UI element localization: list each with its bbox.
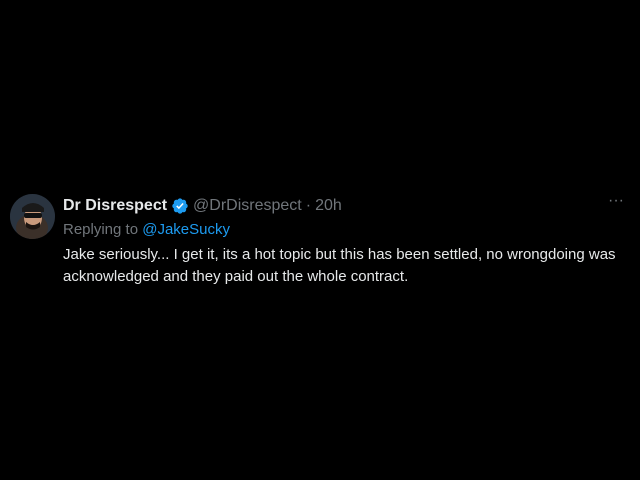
timestamp[interactable]: 20h: [315, 197, 342, 215]
mention-link[interactable]: @JakeSucky: [142, 221, 230, 238]
replying-to-line: Replying to @JakeSucky: [63, 220, 630, 240]
display-name[interactable]: Dr Disrespect: [63, 197, 167, 215]
verified-badge-icon: [171, 197, 189, 215]
separator-dot: ·: [305, 197, 312, 214]
avatar-image: [10, 194, 55, 239]
page: Dr Disrespect @DrDisrespect · 20h ··· Re…: [0, 0, 640, 480]
tweet-header: Dr Disrespect @DrDisrespect · 20h: [63, 194, 630, 218]
avatar[interactable]: [10, 194, 55, 239]
handle[interactable]: @DrDisrespect: [193, 197, 302, 215]
more-options-icon[interactable]: ···: [606, 193, 626, 212]
tweet[interactable]: Dr Disrespect @DrDisrespect · 20h ··· Re…: [10, 193, 630, 294]
tweet-text: Jake seriously... I get it, its a hot to…: [63, 246, 616, 285]
replying-prefix: Replying to: [63, 221, 143, 238]
tweet-content: Dr Disrespect @DrDisrespect · 20h ··· Re…: [63, 193, 630, 288]
